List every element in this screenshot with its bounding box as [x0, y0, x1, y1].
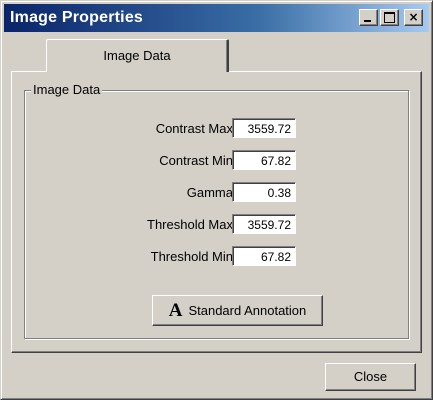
standard-annotation-label: Standard Annotation — [188, 303, 307, 318]
threshold-max-label: Threshold Max — [147, 217, 233, 232]
tab-image-data[interactable]: Image Data — [46, 39, 229, 72]
close-button[interactable]: Close — [325, 363, 416, 391]
contrast-min-label: Contrast Min — [159, 153, 233, 168]
annotation-icon: A — [168, 300, 183, 321]
threshold-max-field[interactable]: 3559.72 — [232, 214, 296, 234]
contrast-max-field[interactable]: 3559.72 — [232, 118, 296, 138]
maximize-button[interactable] — [380, 9, 399, 26]
title-bar[interactable]: Image Properties × — [4, 4, 429, 32]
tab-panel: Image Data Contrast Max 3559.72 Contrast… — [11, 71, 422, 353]
threshold-min-label: Threshold Min — [150, 249, 233, 264]
threshold-min-field[interactable]: 67.82 — [232, 246, 296, 266]
tab-label: Image Data — [103, 48, 171, 63]
gamma-label: Gamma — [186, 185, 233, 200]
window-title: Image Properties — [10, 9, 144, 26]
image-data-groupbox: Image Data Contrast Max 3559.72 Contrast… — [24, 82, 409, 339]
contrast-min-field[interactable]: 67.82 — [232, 150, 296, 170]
gamma-field[interactable]: 0.38 — [232, 182, 296, 202]
contrast-max-label: Contrast Max — [155, 121, 233, 136]
close-window-button[interactable]: × — [404, 9, 423, 26]
groupbox-legend: Image Data — [31, 82, 103, 97]
minimize-button[interactable] — [359, 9, 378, 26]
standard-annotation-button[interactable]: A Standard Annotation — [152, 295, 323, 326]
image-properties-dialog: Image Properties × Image Data Image Data… — [0, 0, 433, 400]
close-icon: × — [408, 10, 419, 24]
